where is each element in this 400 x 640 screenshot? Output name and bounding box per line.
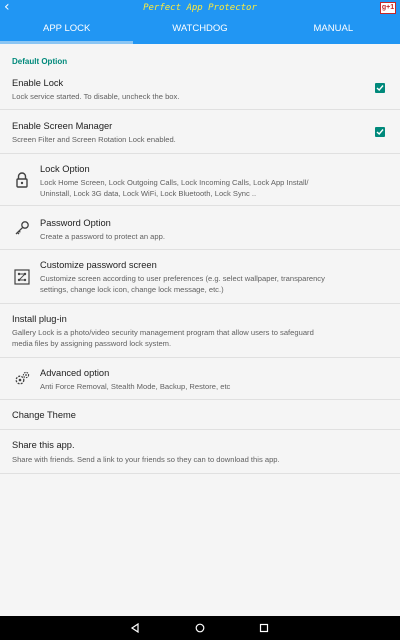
- tab-manual[interactable]: MANUAL: [267, 16, 400, 44]
- gears-icon: [15, 371, 30, 385]
- setting-subtitle-line-2: Uninstall, Lock 3G data, Lock WiFi, Lock…: [40, 189, 257, 198]
- system-navigation-bar: [0, 616, 400, 640]
- setting-lock-option[interactable]: Lock Option Lock Home Screen, Lock Outgo…: [0, 154, 400, 206]
- setting-title: Enable Screen Manager: [12, 121, 113, 131]
- setting-title: Customize password screen: [40, 260, 157, 270]
- key-icon: [15, 221, 29, 235]
- home-circle-icon[interactable]: [195, 623, 205, 633]
- setting-subtitle-line-1: Gallery Lock is a photo/video security m…: [12, 328, 314, 337]
- lock-icon: [16, 172, 28, 188]
- setting-title: Share this app.: [12, 440, 75, 450]
- section-header-default-option: Default Option: [12, 57, 68, 66]
- setting-title: Enable Lock: [12, 78, 64, 88]
- setting-change-theme[interactable]: Change Theme: [0, 400, 400, 430]
- setting-title: Install plug-in: [12, 314, 67, 324]
- settings-list: Default Option Enable Lock Lock service …: [0, 44, 400, 616]
- setting-customize-password-screen[interactable]: Customize password screen Customize scre…: [0, 250, 400, 304]
- setting-subtitle-line-2: media files by assigning password lock s…: [12, 339, 172, 348]
- screen-manager-checkbox[interactable]: [375, 127, 385, 137]
- enable-lock-checkbox[interactable]: [375, 83, 385, 93]
- setting-title: Password Option: [40, 218, 111, 228]
- recents-square-icon[interactable]: [259, 623, 269, 633]
- setting-subtitle: Create a password to protect an app.: [40, 232, 165, 241]
- setting-subtitle: Lock service started. To disable, unchec…: [12, 92, 180, 101]
- google-plus-one-button[interactable]: g+1: [380, 2, 396, 14]
- setting-subtitle: Anti Force Removal, Stealth Mode, Backup…: [40, 382, 231, 391]
- setting-title: Advanced option: [40, 368, 110, 378]
- setting-subtitle: Screen Filter and Screen Rotation Lock e…: [12, 135, 176, 144]
- check-icon: [376, 85, 384, 92]
- tab-app-lock[interactable]: APP LOCK: [0, 16, 134, 44]
- setting-title: Change Theme: [12, 410, 76, 420]
- setting-install-plugin[interactable]: Install plug-in Gallery Lock is a photo/…: [0, 304, 400, 358]
- setting-subtitle-line-2: settings, change lock icon, change lock …: [40, 285, 224, 294]
- pattern-grid-icon: [14, 269, 30, 285]
- setting-subtitle: Share with friends. Send a link to your …: [12, 455, 280, 464]
- back-triangle-icon[interactable]: [130, 623, 140, 633]
- app-title: Perfect App Protector: [143, 3, 257, 13]
- setting-share-app[interactable]: Share this app. Share with friends. Send…: [0, 430, 400, 474]
- setting-subtitle-line-1: Lock Home Screen, Lock Outgoing Calls, L…: [40, 178, 309, 187]
- tab-watchdog[interactable]: WATCHDOG: [133, 16, 266, 44]
- tab-bar: APP LOCK WATCHDOG MANUAL: [0, 16, 400, 44]
- check-icon: [376, 129, 384, 136]
- title-bar: ‹ Perfect App Protector g+1: [0, 0, 400, 16]
- setting-password-option[interactable]: Password Option Create a password to pro…: [0, 206, 400, 250]
- setting-subtitle-line-1: Customize screen according to user prefe…: [40, 274, 325, 283]
- setting-advanced-option[interactable]: Advanced option Anti Force Removal, Stea…: [0, 358, 400, 400]
- setting-enable-lock[interactable]: Enable Lock Lock service started. To dis…: [0, 66, 400, 110]
- setting-screen-manager[interactable]: Enable Screen Manager Screen Filter and …: [0, 110, 400, 154]
- setting-title: Lock Option: [40, 164, 90, 174]
